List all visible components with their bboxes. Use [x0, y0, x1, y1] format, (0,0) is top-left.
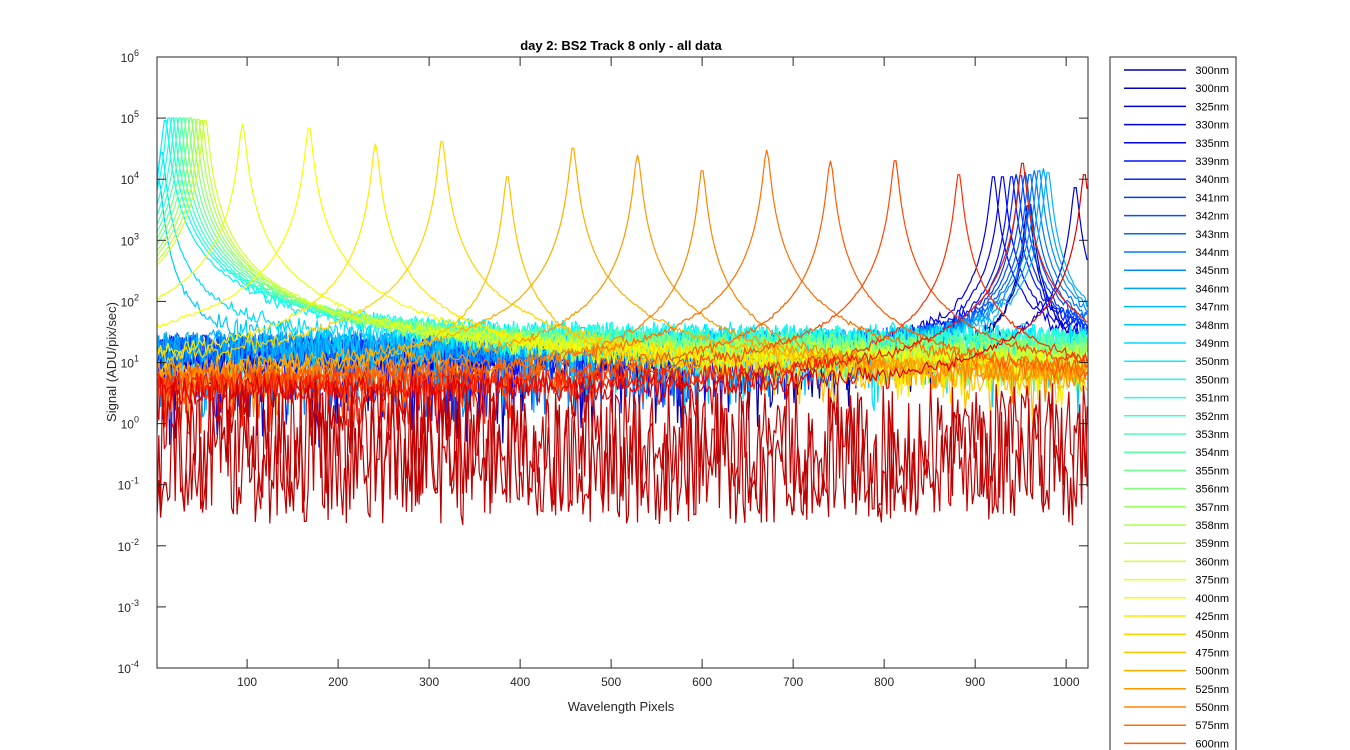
legend-label: 325nm: [1195, 101, 1229, 113]
x-tick-label: 900: [965, 675, 985, 689]
y-tick-label: 100: [121, 415, 139, 432]
legend-label: 345nm: [1195, 265, 1229, 277]
chart-title: day 2: BS2 Track 8 only - all data: [520, 38, 722, 53]
legend-label: 340nm: [1195, 174, 1229, 186]
legend-label: 344nm: [1195, 247, 1229, 259]
series-line: [157, 174, 1088, 445]
series-line: [157, 187, 1088, 445]
legend-label: 600nm: [1195, 738, 1229, 750]
legend-label: 525nm: [1195, 684, 1229, 696]
legend-label: 342nm: [1195, 211, 1229, 223]
x-tick-label: 300: [419, 675, 439, 689]
x-tick-label: 500: [601, 675, 621, 689]
legend-label: 500nm: [1195, 666, 1229, 678]
legend-label: 550nm: [1195, 702, 1229, 714]
x-tick-label: 200: [328, 675, 348, 689]
legend-label: 346nm: [1195, 283, 1229, 295]
y-tick-label: 10-4: [118, 659, 139, 676]
x-axis-label: Wavelength Pixels: [568, 699, 675, 714]
y-tick-label: 101: [121, 354, 139, 371]
y-tick-label: 10-1: [118, 476, 139, 493]
legend-label: 350nm: [1195, 374, 1229, 386]
series-layer: [157, 117, 1088, 526]
legend-label: 375nm: [1195, 575, 1229, 587]
legend-label: 356nm: [1195, 484, 1229, 496]
chart-svg: day 2: BS2 Track 8 only - all data 100 20…: [104, 38, 1237, 750]
x-tick-label: 400: [510, 675, 530, 689]
y-tick-label: 105: [121, 109, 139, 126]
legend-label: 350nm: [1195, 356, 1229, 368]
legend-label: 450nm: [1195, 629, 1229, 641]
legend-label: 341nm: [1195, 192, 1229, 204]
legend-label: 359nm: [1195, 538, 1229, 550]
legend-label: 339nm: [1195, 156, 1229, 168]
series-line: [157, 381, 1088, 516]
figure: day 2: BS2 Track 8 only - all data 100 20…: [0, 0, 1350, 750]
legend-label: 475nm: [1195, 647, 1229, 659]
y-tick-label: 104: [121, 170, 139, 187]
legend-label: 335nm: [1195, 138, 1229, 150]
legend-label: 351nm: [1195, 393, 1229, 405]
legend-label: 575nm: [1195, 720, 1229, 732]
x-tick-label: 1000: [1053, 675, 1080, 689]
legend-label: 343nm: [1195, 229, 1229, 241]
legend-label: 400nm: [1195, 593, 1229, 605]
legend: 300nm 300nm 325nm 330nm 335nm 339nm 340nm 341nm…: [1109, 56, 1237, 750]
legend-label: 425nm: [1195, 611, 1229, 623]
legend-label: 355nm: [1195, 465, 1229, 477]
x-tick-label: 700: [783, 675, 803, 689]
legend-label: 354nm: [1195, 447, 1229, 459]
x-tick-label: 600: [692, 675, 712, 689]
legend-label: 358nm: [1195, 520, 1229, 532]
x-tick-label: 100: [237, 675, 257, 689]
legend-label: 347nm: [1195, 302, 1229, 314]
legend-label: 352nm: [1195, 411, 1229, 423]
legend-label: 349nm: [1195, 338, 1229, 350]
x-tick-label: 800: [874, 675, 894, 689]
y-tick-label: 102: [121, 292, 139, 309]
legend-label: 300nm: [1195, 65, 1229, 77]
legend-label: 300nm: [1195, 83, 1229, 95]
y-tick-label: 10-3: [118, 598, 139, 615]
y-tick-label: 103: [121, 231, 139, 248]
y-tick-label: 106: [121, 48, 139, 65]
legend-label: 330nm: [1195, 120, 1229, 132]
legend-label: 360nm: [1195, 556, 1229, 568]
legend-label: 353nm: [1195, 429, 1229, 441]
y-tick-label: 10-2: [118, 537, 139, 554]
legend-label: 348nm: [1195, 320, 1229, 332]
legend-label: 357nm: [1195, 502, 1229, 514]
y-axis-label: Signal (ADU/pix/sec): [104, 302, 119, 422]
